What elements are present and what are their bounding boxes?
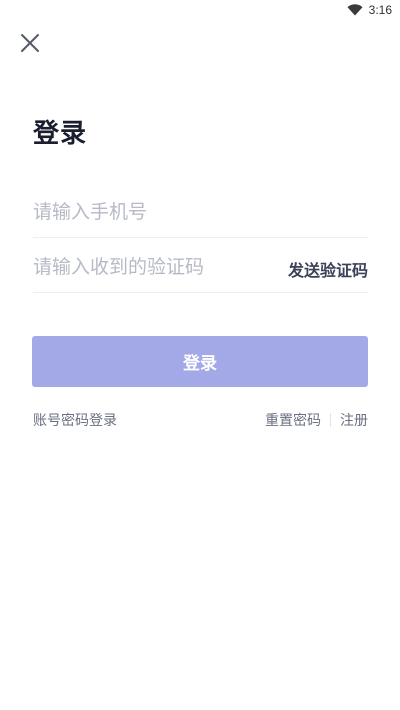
code-field-container: 发送验证码 — [33, 243, 368, 293]
page-title: 登录 — [33, 119, 88, 149]
status-time: 3:16 — [368, 3, 392, 17]
phone-field-container — [33, 188, 368, 238]
close-icon — [21, 34, 39, 52]
verification-code-input[interactable] — [33, 243, 273, 291]
register-link[interactable]: 注册 — [340, 410, 368, 430]
status-bar: 3:16 — [0, 0, 400, 24]
account-links: 重置密码 注册 — [265, 410, 368, 430]
phone-input[interactable] — [33, 188, 273, 236]
reset-password-link[interactable]: 重置密码 — [265, 410, 321, 430]
status-indicators: 3:16 — [347, 3, 392, 17]
wifi-icon — [347, 4, 363, 16]
login-button[interactable]: 登录 — [32, 336, 368, 387]
close-button[interactable] — [18, 31, 42, 55]
bottom-links: 账号密码登录 重置密码 注册 — [33, 410, 368, 430]
link-divider — [330, 413, 331, 427]
password-login-link[interactable]: 账号密码登录 — [33, 410, 117, 430]
send-code-button[interactable]: 发送验证码 — [288, 257, 368, 281]
